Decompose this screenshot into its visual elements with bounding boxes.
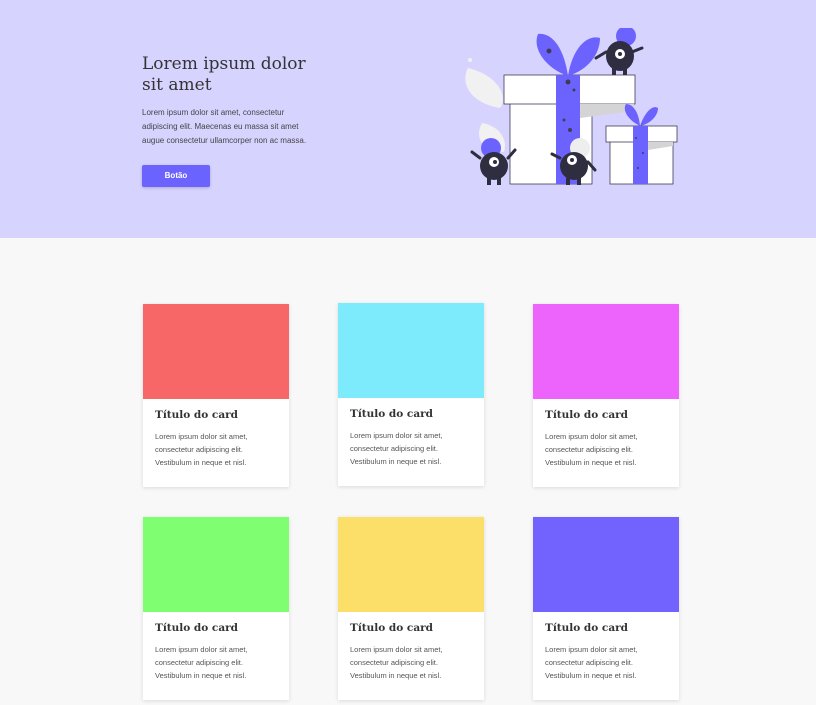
card[interactable]: Título do card Lorem ipsum dolor sit ame… [338, 303, 484, 486]
hero-button[interactable]: Botão [142, 165, 210, 187]
hero-section: Lorem ipsum dolor sit amet Lorem ipsum d… [0, 0, 816, 238]
card-title: Título do card [545, 622, 629, 634]
card-title: Título do card [155, 409, 239, 421]
card-text: Lorem ipsum dolor sit amet, consectetur … [155, 645, 248, 680]
card[interactable]: Título do card Lorem ipsum dolor sit ame… [338, 517, 484, 700]
card-title: Título do card [350, 408, 434, 420]
hero-description: Lorem ipsum dolor sit amet, consectetur … [142, 108, 307, 145]
hero-title: Lorem ipsum dolor sit amet [142, 54, 306, 95]
card-title: Título do card [155, 622, 239, 634]
card-text: Lorem ipsum dolor sit amet, consectetur … [350, 431, 443, 466]
card-image [338, 303, 484, 398]
gift-illustration [465, 28, 678, 185]
card-title: Título do card [545, 409, 629, 421]
card-image [143, 304, 289, 399]
card-title: Título do card [350, 622, 434, 634]
card-image [338, 517, 484, 612]
card-image [533, 517, 679, 612]
card[interactable]: Título do card Lorem ipsum dolor sit ame… [143, 304, 289, 487]
card-text: Lorem ipsum dolor sit amet, consectetur … [545, 645, 638, 680]
card[interactable]: Título do card Lorem ipsum dolor sit ame… [533, 517, 679, 700]
card-image [143, 517, 289, 612]
card-text: Lorem ipsum dolor sit amet, consectetur … [350, 645, 443, 680]
card-image [533, 304, 679, 399]
card[interactable]: Título do card Lorem ipsum dolor sit ame… [533, 304, 679, 487]
card[interactable]: Título do card Lorem ipsum dolor sit ame… [143, 517, 289, 700]
card-text: Lorem ipsum dolor sit amet, consectetur … [155, 432, 248, 467]
card-text: Lorem ipsum dolor sit amet, consectetur … [545, 432, 638, 467]
hero-text-block: Lorem ipsum dolor sit amet Lorem ipsum d… [142, 54, 317, 148]
